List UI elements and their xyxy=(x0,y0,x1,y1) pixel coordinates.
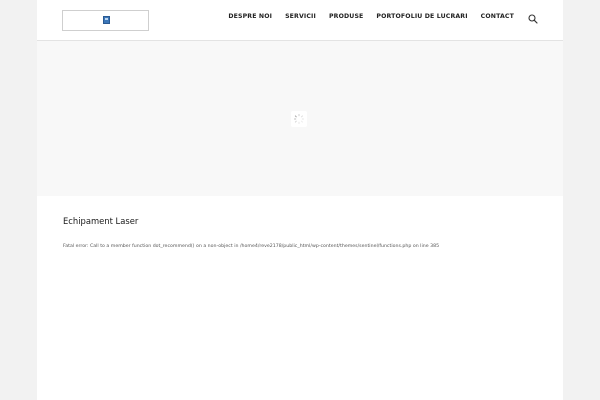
nav-portofoliu-de-lucrari[interactable]: PORTOFOLIU DE LUCRARI xyxy=(376,12,467,22)
nav-produse[interactable]: PRODUSE xyxy=(329,12,363,22)
hero-banner xyxy=(37,41,563,196)
fatal-error-message: Fatal error: Call to a member function d… xyxy=(63,244,440,249)
page-container: DESPRE NOI SERVICII PRODUSE PORTOFOLIU D… xyxy=(37,0,563,400)
main-navigation: DESPRE NOI SERVICII PRODUSE PORTOFOLIU D… xyxy=(228,12,514,22)
nav-contact[interactable]: CONTACT xyxy=(481,12,514,22)
site-logo-link[interactable] xyxy=(62,10,149,31)
nav-servicii[interactable]: SERVICII xyxy=(285,12,316,22)
nav-despre-noi[interactable]: DESPRE NOI xyxy=(228,12,272,22)
loading-spinner-icon xyxy=(291,111,307,127)
search-icon[interactable] xyxy=(528,12,538,24)
page-title: Echipament Laser xyxy=(63,216,139,226)
logo-icon xyxy=(103,16,110,24)
site-header: DESPRE NOI SERVICII PRODUSE PORTOFOLIU D… xyxy=(37,0,563,41)
